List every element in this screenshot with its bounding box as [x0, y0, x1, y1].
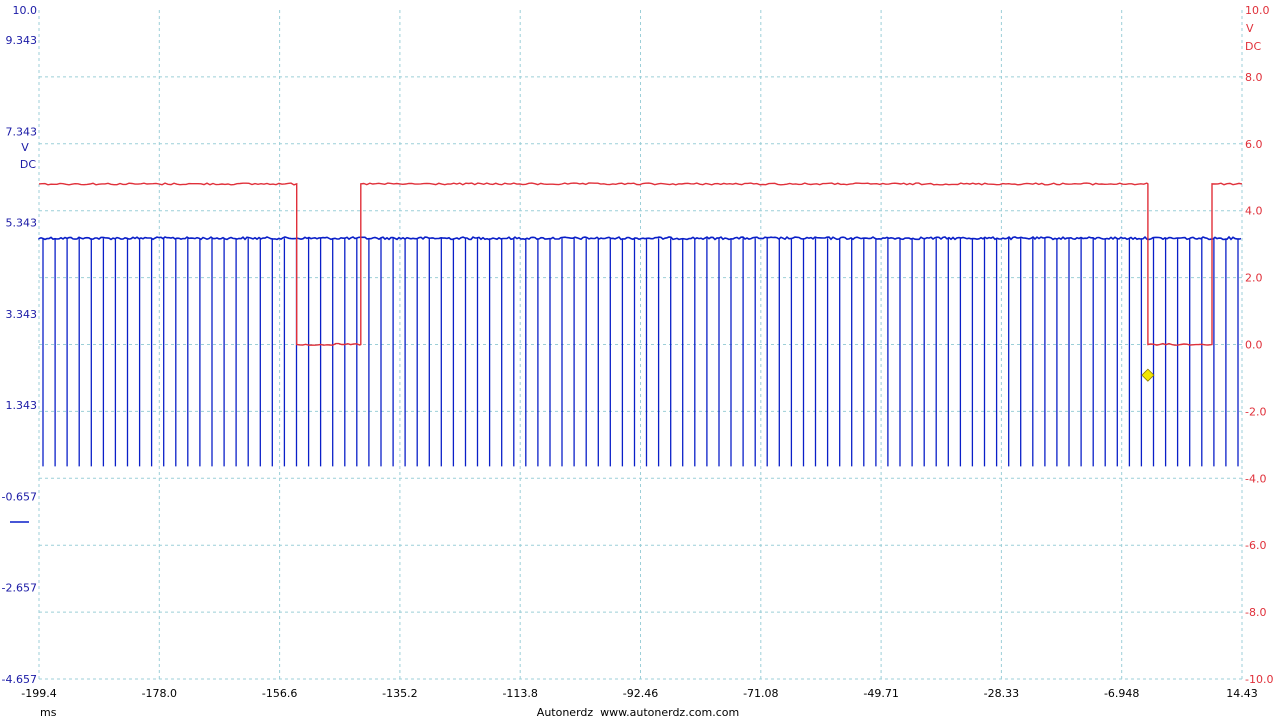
left-tick-label: 5.343 [6, 217, 38, 230]
x-tick-label: -49.71 [863, 687, 898, 700]
trigger-marker[interactable] [1141, 368, 1155, 382]
x-axis-ticks: -199.4 -178.0 -156.6 -135.2 -113.8 -92.46 -71.… [21, 687, 1257, 700]
right-tick-label: -8.0 [1245, 606, 1266, 619]
left-tick-label: 3.343 [6, 308, 38, 321]
left-axis-unit-v: V [21, 141, 29, 154]
x-tick-label: -28.33 [984, 687, 1019, 700]
left-tick-label: 1.343 [6, 399, 38, 412]
right-tick-label: -2.0 [1245, 405, 1266, 418]
x-tick-label: -6.948 [1104, 687, 1139, 700]
x-tick-label: -156.6 [262, 687, 297, 700]
x-tick-label: 14.43 [1226, 687, 1258, 700]
left-tick-label: -2.657 [2, 582, 37, 595]
left-axis-unit-dc: DC [20, 158, 36, 171]
right-axis-ticks: 10.0 8.0 6.0 4.0 2.0 0.0 -2.0 -4.0 -6.0 -8.0 -10.0 [1245, 4, 1273, 686]
footer-credit: Autonerdz www.autonerdz.com.com [537, 706, 739, 719]
right-tick-label: -6.0 [1245, 539, 1266, 552]
right-tick-label: 0.0 [1245, 339, 1263, 352]
x-tick-label: -71.08 [743, 687, 778, 700]
left-axis-ticks: 10.0 9.343 7.343 5.343 3.343 1.343 -0.657 -2.65… [2, 4, 37, 686]
right-tick-label: -10.0 [1245, 673, 1273, 686]
right-tick-label: 10.0 [1245, 4, 1270, 17]
x-tick-label: -135.2 [382, 687, 417, 700]
right-tick-label: 6.0 [1245, 138, 1263, 151]
right-tick-label: 2.0 [1245, 272, 1263, 285]
x-tick-label: -92.46 [623, 687, 658, 700]
left-tick-label: 7.343 [6, 125, 38, 138]
right-axis-unit-v: V [1246, 22, 1254, 35]
right-tick-label: 4.0 [1245, 205, 1263, 218]
right-axis-unit-dc: DC [1245, 40, 1261, 53]
x-axis-unit: ms [40, 706, 57, 719]
scope-chart: 10.0 9.343 7.343 5.343 3.343 1.343 -0.657 -2.65… [2, 4, 1274, 719]
left-tick-label: -4.657 [2, 673, 37, 686]
x-tick-label: -199.4 [21, 687, 56, 700]
right-tick-label: 8.0 [1245, 71, 1263, 84]
right-tick-label: -4.0 [1245, 472, 1266, 485]
x-tick-label: -178.0 [142, 687, 177, 700]
blue-trace-baseline [38, 235, 1242, 241]
left-tick-label: -0.657 [2, 490, 37, 503]
left-tick-label: 9.343 [6, 34, 38, 47]
left-tick-label: 10.0 [13, 4, 38, 17]
grid-lines [39, 10, 1242, 679]
x-tick-label: -113.8 [502, 687, 537, 700]
